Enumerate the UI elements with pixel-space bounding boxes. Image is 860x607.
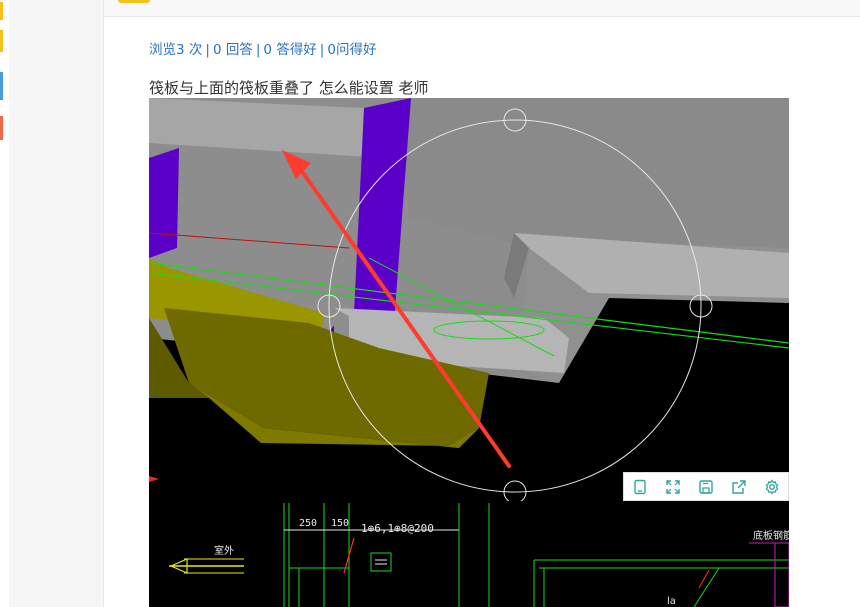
view-count[interactable]: 浏览3 次	[149, 42, 202, 58]
tablet-icon	[634, 479, 647, 494]
sidebar-tag-yellow-2	[0, 30, 3, 52]
fullscreen-button[interactable]	[657, 473, 690, 500]
sidebar-tag-orange	[0, 116, 3, 140]
cad-la-label: la	[667, 596, 676, 607]
top-bar	[104, 0, 860, 17]
cad-text-outside: 室外	[214, 544, 234, 557]
sidebar-tag-blue	[0, 72, 3, 100]
page-gutter	[9, 0, 103, 607]
cad-rebar-label: 1⊕6,1⊕8@200	[361, 522, 434, 535]
cad-dim-250: 250	[299, 518, 317, 529]
share-icon	[732, 479, 746, 494]
top-badge	[118, 0, 150, 3]
image-toolbar	[623, 472, 789, 501]
question-stats: 浏览3 次 | 0 回答 | 0 答得好 | 0问得好	[149, 38, 376, 58]
cad-bottom-rebar-label: 底板钢筋	[753, 529, 789, 542]
answer-count[interactable]: 0 回答	[213, 42, 253, 58]
cad-3d-view: 室外 250 150 1⊕6,1⊕8@200 la 底板钢筋	[149, 98, 789, 607]
settings-icon	[765, 478, 778, 495]
cad-dim-150: 150	[331, 518, 349, 529]
sidebar-tag-yellow	[0, 2, 3, 20]
image-settings-button[interactable]	[755, 473, 788, 500]
good-question-count[interactable]: 0问得好	[327, 42, 376, 58]
question-title: 筏板与上面的筏板重叠了 怎么能设置 老师	[149, 79, 429, 97]
stats-separator: |	[319, 42, 325, 58]
question-screenshot[interactable]: 室外 250 150 1⊕6,1⊕8@200 la 底板钢筋	[149, 98, 789, 607]
tablet-view-button[interactable]	[624, 473, 657, 500]
stats-separator: |	[205, 42, 210, 58]
question-panel: 浏览3 次 | 0 回答 | 0 答得好 | 0问得好 筏板与上面的筏板重叠了 怎么能设置 …	[103, 0, 860, 607]
save-image-button[interactable]	[690, 473, 723, 500]
stats-separator: |	[255, 42, 261, 58]
left-sidebar-strip	[0, 0, 9, 607]
good-answer-count[interactable]: 0 答得好	[263, 42, 316, 58]
save-icon	[699, 479, 713, 494]
share-image-button[interactable]	[722, 473, 755, 500]
fullscreen-icon	[666, 479, 680, 494]
